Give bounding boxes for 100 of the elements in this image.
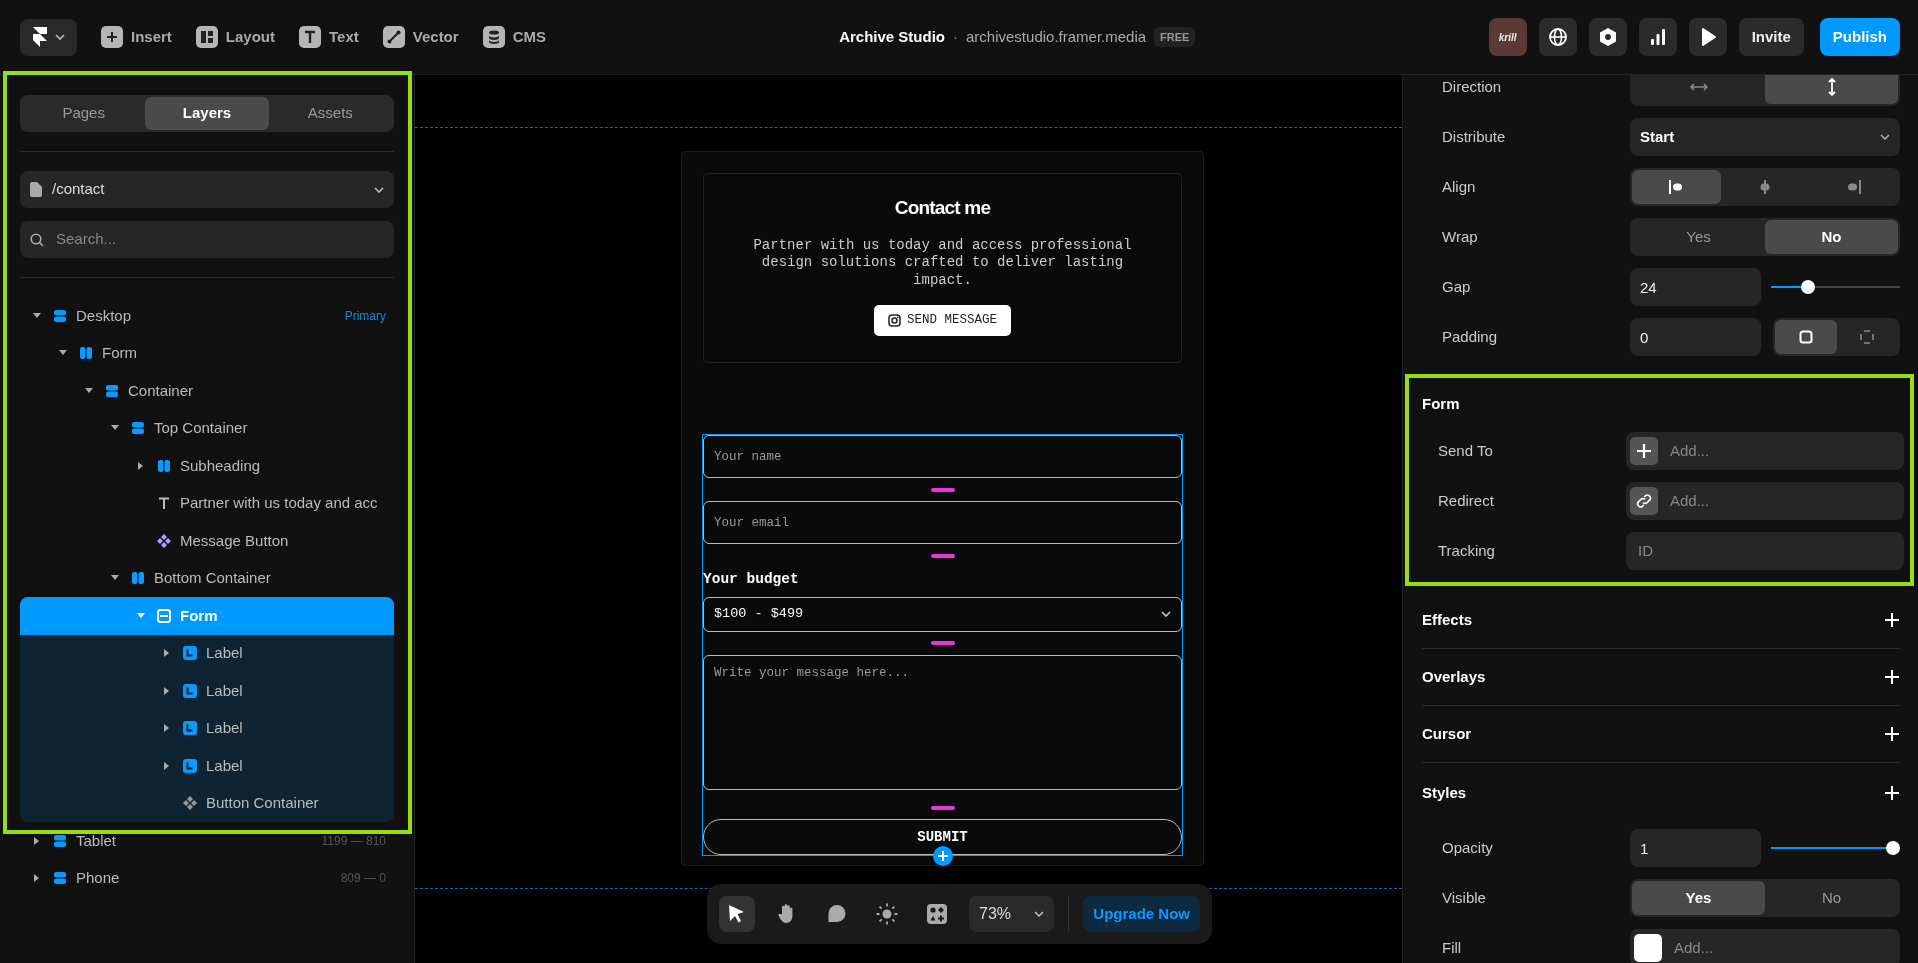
text-input[interactable]: Your email [703, 501, 1182, 545]
caret-icon[interactable] [85, 387, 93, 394]
caret-icon[interactable] [33, 312, 41, 319]
caret-icon[interactable] [164, 686, 170, 695]
caret-icon[interactable] [164, 761, 170, 770]
select-field[interactable]: $100 - $499 [703, 596, 1182, 632]
add-link-box[interactable]: Add... [1626, 482, 1904, 521]
layer-row[interactable]: Label [20, 634, 394, 673]
layer-row[interactable]: Top Container [20, 409, 394, 448]
caret-icon[interactable] [138, 461, 144, 470]
layer-row[interactable]: Subheading [20, 447, 394, 485]
gap-handle[interactable] [930, 553, 955, 558]
gap-handle[interactable] [930, 805, 955, 810]
columns-icon [157, 458, 171, 473]
add-icon[interactable] [932, 846, 953, 867]
link-icon[interactable] [1636, 493, 1652, 510]
toolbar-button[interactable]: Insert [101, 25, 172, 49]
number-field[interactable]: 1 [1630, 829, 1761, 868]
plus-icon[interactable] [1884, 669, 1900, 686]
layer-row[interactable]: Label [20, 672, 394, 710]
search-icon [30, 232, 44, 247]
layer-row[interactable]: Container [20, 372, 394, 410]
search-field[interactable]: Search... [54, 227, 384, 252]
layer-row[interactable]: Form [20, 334, 394, 373]
select-field[interactable]: Start [1630, 118, 1900, 157]
chevron-down-icon [1880, 134, 1890, 141]
layer-name: Button Container [206, 793, 319, 814]
plus-icon[interactable] [1884, 726, 1900, 743]
color-field[interactable]: Add... [1672, 935, 1896, 961]
caret-icon[interactable] [164, 649, 170, 658]
gap-handle[interactable] [930, 641, 955, 646]
email-field[interactable]: Add... [1668, 438, 1900, 464]
square-icon[interactable] [1798, 330, 1813, 345]
globe-icon[interactable] [1547, 27, 1568, 48]
plus-icon[interactable] [1884, 785, 1900, 802]
property-label: Align [1442, 176, 1477, 197]
plus-icon[interactable] [1884, 612, 1900, 629]
caret-icon[interactable] [59, 350, 67, 357]
upgrade-button[interactable]: Upgrade Now [1083, 896, 1200, 933]
color-swatch[interactable] [1634, 934, 1662, 963]
align-right-icon[interactable] [1845, 179, 1862, 196]
stack-icon [53, 833, 67, 848]
text-icon [157, 496, 171, 511]
caret-icon[interactable] [111, 575, 119, 582]
layer-row[interactable]: Desktop Primary [20, 297, 394, 335]
caret-icon[interactable] [111, 425, 119, 432]
page-selector[interactable]: /contact [20, 171, 394, 209]
slider-thumb[interactable] [1886, 841, 1900, 856]
number-field[interactable]: 0 [1630, 318, 1761, 357]
align-left-icon[interactable] [1668, 179, 1685, 196]
plus-icon[interactable] [1636, 443, 1652, 460]
segment-option[interactable]: No [1765, 220, 1898, 255]
logo-menu-button[interactable] [20, 18, 77, 56]
slider-thumb[interactable] [1800, 280, 1815, 295]
layer-row[interactable]: Message Button [20, 522, 394, 560]
message-textarea[interactable]: Write your message here... [703, 654, 1182, 790]
id-box[interactable]: ID [1626, 532, 1904, 571]
gap-handle[interactable] [930, 487, 955, 492]
invite-button[interactable]: Invite [1738, 18, 1804, 57]
panel-tab[interactable]: Pages [22, 97, 146, 131]
send-message-button[interactable]: SEND MESSAGE [874, 305, 1011, 337]
toolbar-button[interactable]: Vector [382, 25, 459, 49]
search-box[interactable]: Search... [20, 221, 394, 259]
add-recipient-box[interactable]: Add... [1626, 432, 1904, 471]
number-field[interactable]: 24 [1630, 268, 1761, 307]
submit-button[interactable]: SUBMIT [703, 819, 1182, 856]
toolbar-button[interactable]: Layout [195, 25, 276, 49]
panel-tab[interactable]: Layers [145, 97, 269, 131]
zoom-dropdown[interactable]: 73% [969, 896, 1055, 933]
layer-row[interactable]: Phone 809 — 0 [20, 859, 394, 898]
layer-name: Message Button [180, 530, 289, 551]
components-icon[interactable] [925, 902, 949, 927]
sun-icon[interactable] [875, 902, 899, 927]
database-icon [482, 26, 505, 49]
text-field[interactable]: ID [1636, 538, 1900, 564]
url-field[interactable]: Add... [1668, 488, 1900, 514]
fill-box[interactable]: Add... [1630, 929, 1900, 963]
hexagon-icon[interactable] [1597, 27, 1618, 48]
layer-row[interactable]: Tablet 1199 — 810 [20, 822, 394, 860]
layer-row[interactable]: Label [20, 747, 394, 785]
toolbar-button[interactable]: Text [299, 25, 359, 49]
layer-row[interactable]: Label [20, 709, 394, 748]
toolbar-button[interactable]: CMS [482, 25, 546, 49]
caret-icon[interactable] [34, 836, 40, 845]
layer-row[interactable]: Bottom Container [20, 559, 394, 598]
panel-tab[interactable]: Assets [268, 97, 392, 131]
layout-icon [195, 26, 218, 49]
layer-name: Desktop [76, 305, 132, 326]
segment-option[interactable]: Yes [1632, 881, 1765, 916]
avatar-button[interactable]: krill [1488, 18, 1527, 57]
layer-row[interactable]: Partner with us today and acc [20, 484, 394, 523]
caret-icon[interactable] [164, 724, 170, 733]
property-label: Tracking [1438, 540, 1496, 561]
segment-option[interactable]: Yes [1632, 220, 1765, 255]
text-input[interactable]: Your name [703, 435, 1182, 479]
caret-icon[interactable] [34, 874, 40, 883]
layer-name: Label [206, 643, 243, 664]
segment-option[interactable]: No [1765, 881, 1898, 916]
layer-row[interactable]: Button Container [20, 784, 394, 823]
file-icon [30, 182, 42, 198]
